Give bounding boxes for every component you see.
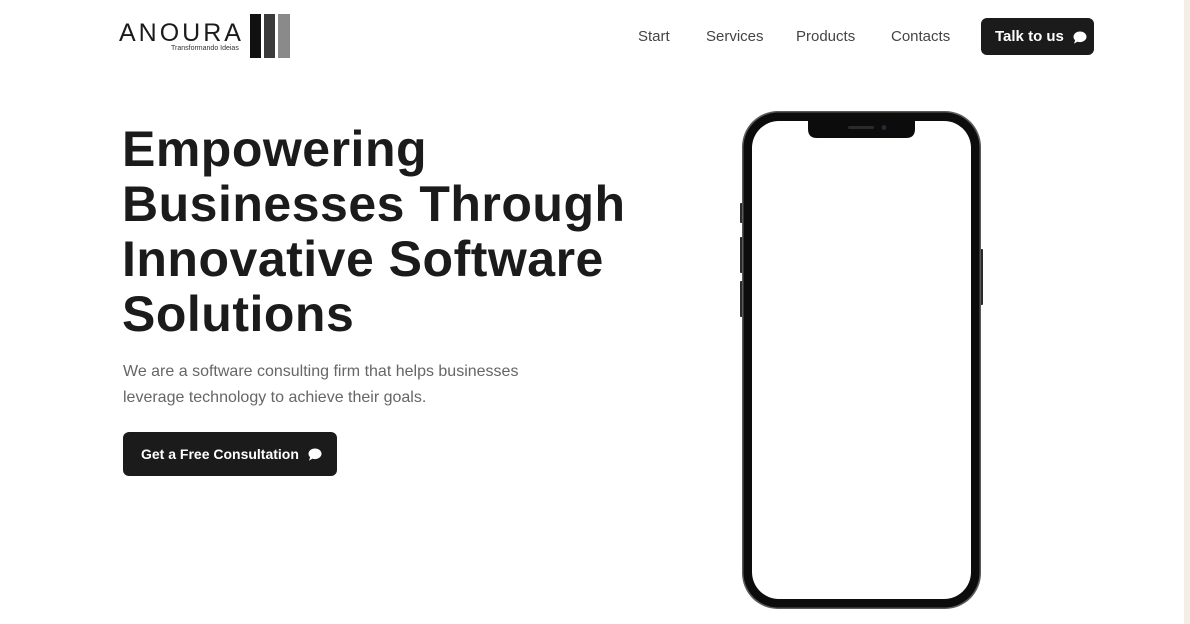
logo-bar-light [278, 14, 290, 58]
brand-wordmark: ANOURA [119, 19, 244, 47]
free-consultation-button[interactable]: Get a Free Consultation [123, 432, 337, 476]
hero-subtitle: We are a software consulting firm that h… [123, 363, 519, 406]
nav-link-products[interactable]: Products [796, 27, 855, 47]
logo-bar-dark [250, 14, 261, 58]
brand-tagline: Transformando Ideias [171, 45, 239, 52]
free-consultation-label: Get a Free Consultation [141, 446, 299, 462]
nav-link-contacts[interactable]: Contacts [891, 27, 950, 47]
chat-bubble-icon [1073, 31, 1087, 44]
nav-link-services[interactable]: Services [706, 27, 764, 47]
talk-to-us-label: Talk to us [995, 28, 1064, 45]
nav-link-start[interactable]: Start [638, 27, 670, 47]
talk-to-us-button[interactable]: Talk to us [981, 18, 1094, 55]
logo-bar-medium [264, 14, 275, 58]
page-edge-strip [1184, 0, 1190, 624]
smartphone-icon [740, 111, 983, 609]
brand-logo[interactable]: ANOURA Transformando Ideias [119, 13, 294, 61]
hero-title: Empowering Businesses Through Innovative… [122, 121, 626, 342]
smartphone-mockup [740, 111, 983, 609]
chat-bubble-icon [308, 448, 322, 461]
